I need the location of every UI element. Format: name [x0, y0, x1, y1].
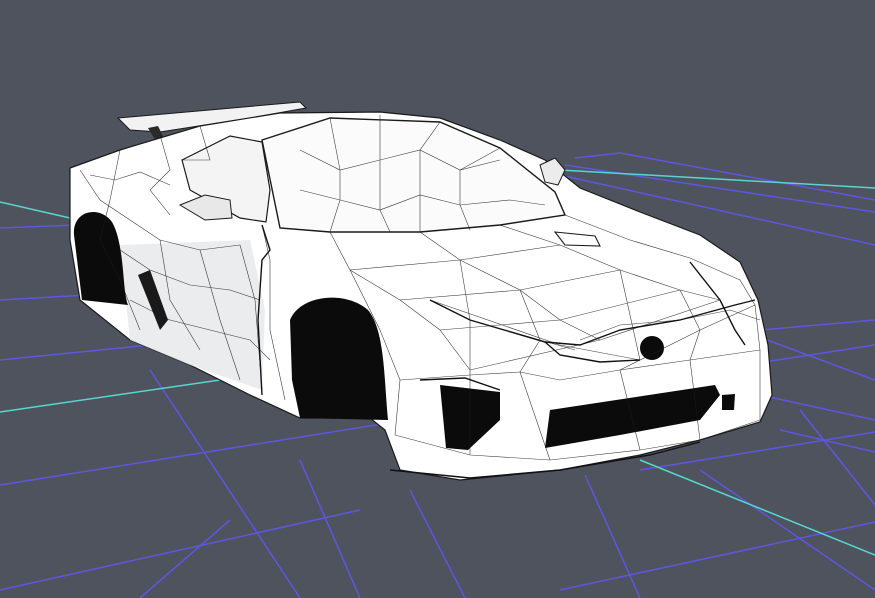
front-emblem: [640, 336, 664, 360]
3d-viewport[interactable]: [0, 0, 875, 598]
front-right-intake: [722, 394, 735, 410]
